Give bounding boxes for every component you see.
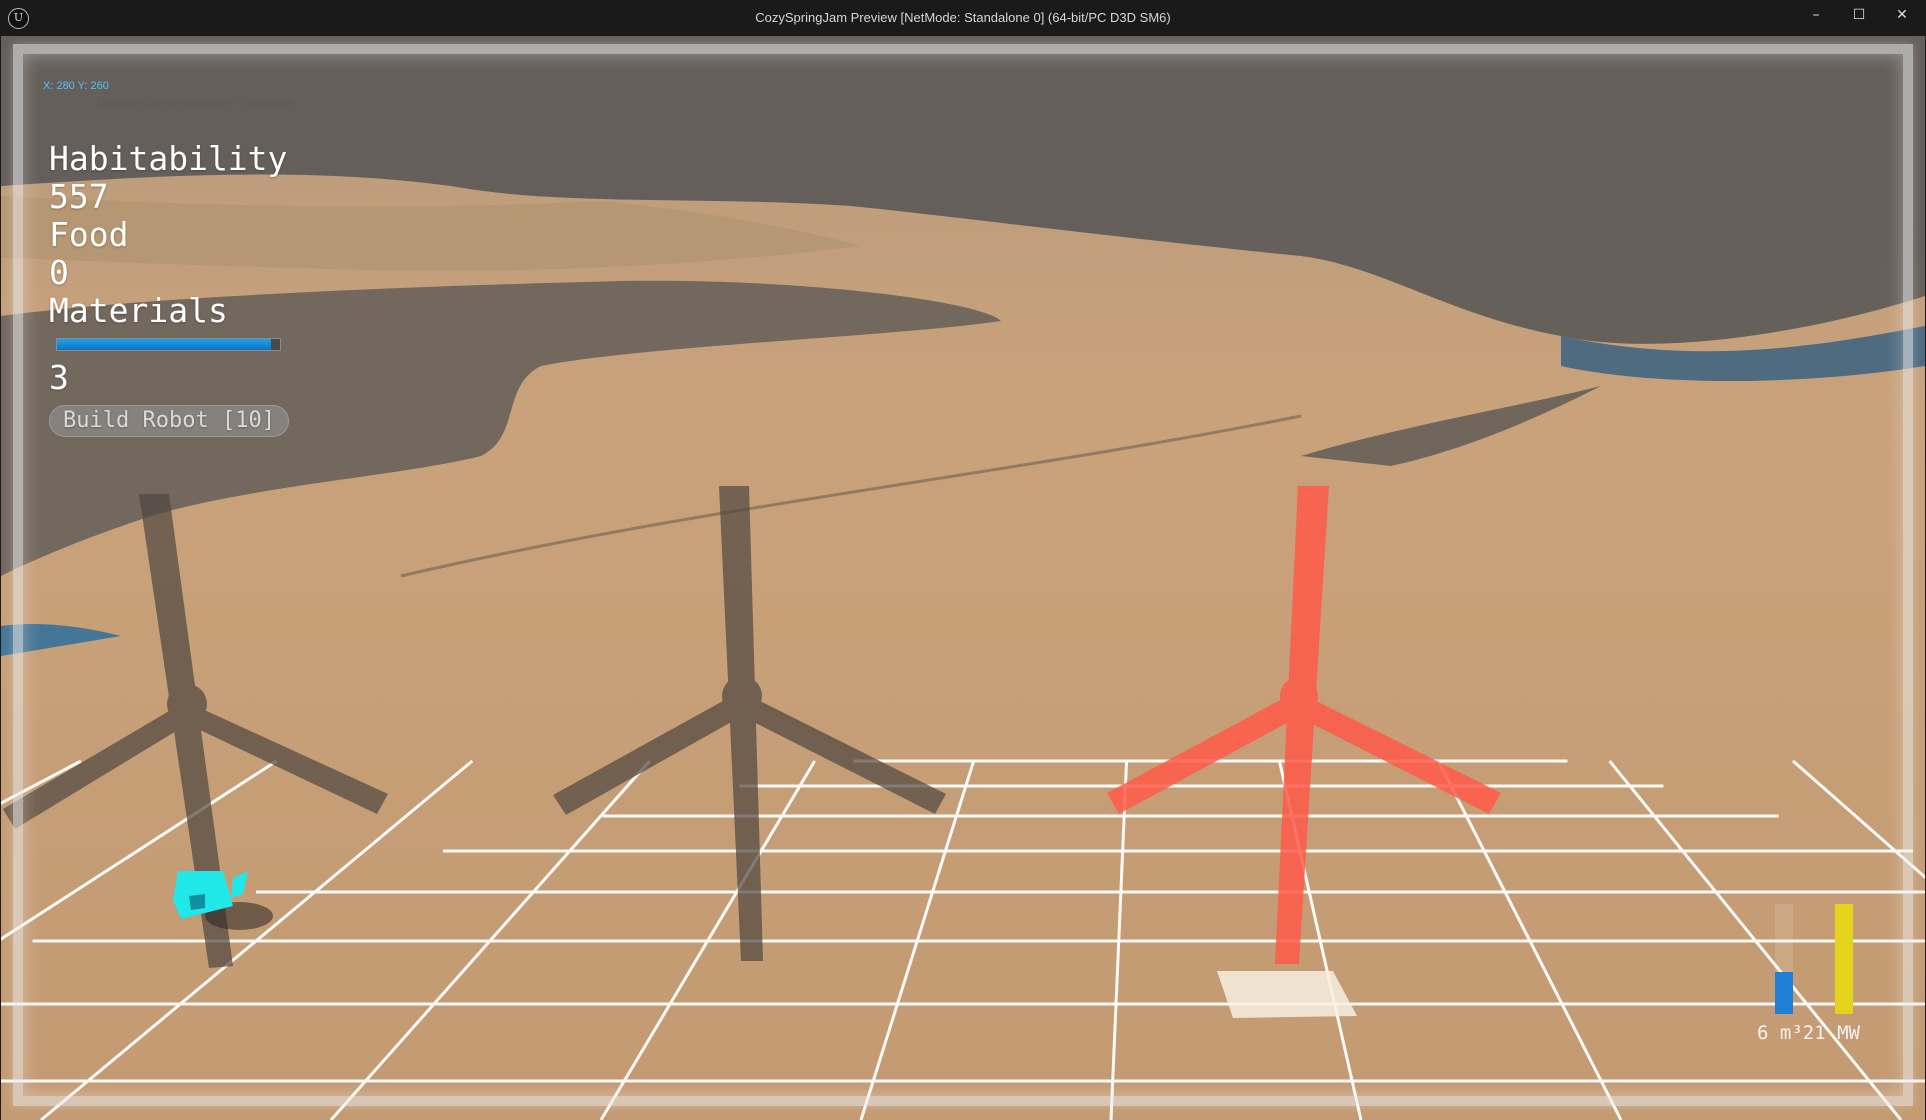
materials-label: Materials <box>49 291 228 330</box>
resource-hud: Habitability 557 Food 0 Materials 3 Buil… <box>49 140 289 437</box>
food-value: 0 <box>49 253 69 292</box>
food-label: Food <box>49 215 129 254</box>
water-gauge <box>1775 904 1793 1014</box>
window-title: CozySpringJam Preview [NetMode: Standalo… <box>755 10 1171 25</box>
materials-value: 3 <box>49 358 69 397</box>
build-robot-button[interactable]: Build Robot [10] <box>49 405 289 437</box>
water-gauge-fill <box>1775 972 1793 1014</box>
resource-gauges: 6 m³21 MW <box>1757 874 1887 1044</box>
game-viewport[interactable]: X: 280 Y: 260 DisableAllScreenMessages' … <box>1 36 1925 1120</box>
habitability-label: Habitability <box>49 139 288 178</box>
maximize-button[interactable]: ☐ <box>1838 0 1880 32</box>
debug-coordinates: X: 280 Y: 260 <box>43 80 109 92</box>
title-bar[interactable]: U CozySpringJam Preview [NetMode: Standa… <box>0 0 1926 36</box>
power-gauge-fill <box>1835 904 1853 1014</box>
game-window: U CozySpringJam Preview [NetMode: Standa… <box>0 0 1926 1120</box>
materials-progress-bar <box>56 338 281 351</box>
debug-message: DisableAllScreenMessages' to suppress <box>97 97 293 109</box>
terrain-scene[interactable] <box>1 36 1925 1120</box>
minimize-button[interactable]: – <box>1795 0 1837 32</box>
power-gauge <box>1835 904 1853 1014</box>
placement-tile[interactable] <box>1217 971 1357 1018</box>
gauge-label: 6 m³21 MW <box>1757 1022 1860 1044</box>
close-button[interactable]: ✕ <box>1881 0 1923 32</box>
habitability-value: 557 <box>49 177 109 216</box>
materials-progress-fill <box>57 339 272 350</box>
